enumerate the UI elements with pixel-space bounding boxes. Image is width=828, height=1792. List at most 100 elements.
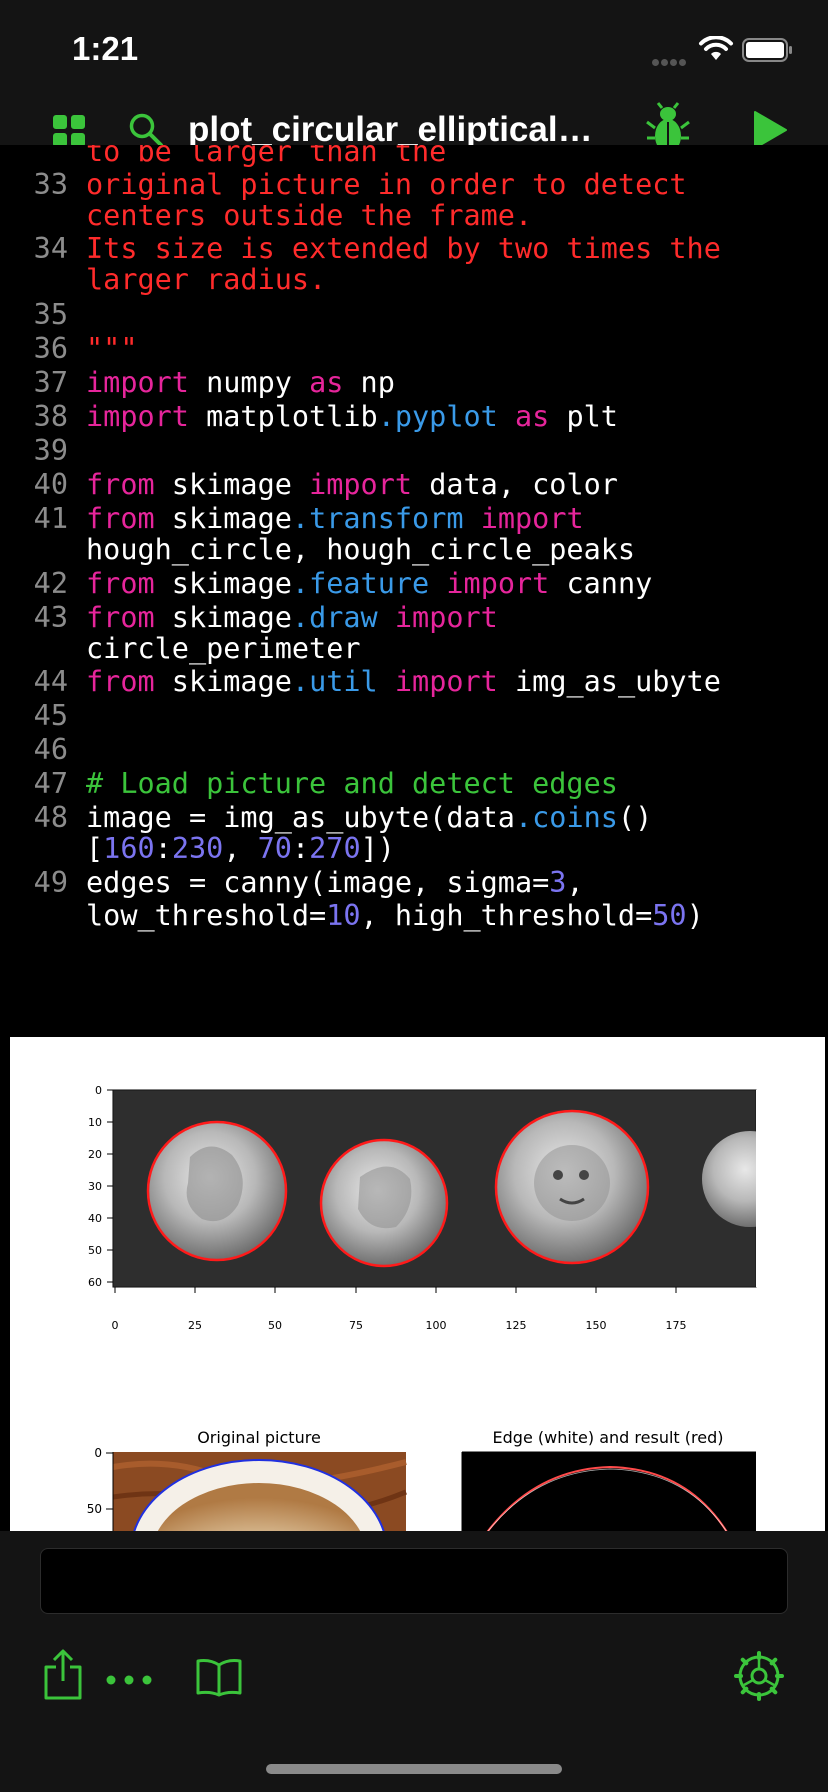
code-token: edges = canny(image, sigma=	[86, 866, 550, 899]
grid-icon[interactable]	[52, 114, 86, 148]
line-text: import matplotlib.pyplot as plt	[86, 400, 618, 434]
xtick-label: 50	[268, 1319, 282, 1332]
line-number: 40	[33, 468, 68, 501]
line-number: 43	[33, 601, 68, 634]
code-token: from	[86, 665, 155, 698]
code-token: as	[309, 366, 344, 399]
settings-icon[interactable]	[734, 1651, 784, 1701]
code-token: skimage	[154, 665, 292, 698]
original-picture-title: Original picture	[197, 1428, 321, 1447]
battery-icon	[742, 38, 792, 62]
code-line[interactable]: 33 original picture in order to detect	[0, 168, 828, 202]
code-token: 50	[652, 899, 687, 932]
code-token: .transform	[291, 502, 464, 535]
code-line[interactable]: larger radius.	[0, 263, 828, 297]
line-number: 39	[33, 434, 68, 467]
code-token: from	[86, 601, 155, 634]
code-line[interactable]: 45	[0, 699, 828, 733]
code-token: ,	[223, 832, 258, 865]
code-line[interactable]: 37 import numpy as np	[0, 366, 828, 400]
code-token: 3	[549, 866, 567, 899]
code-token: skimage	[154, 502, 292, 535]
play-icon[interactable]	[752, 110, 788, 150]
code-token: , high_threshold=	[360, 899, 653, 932]
home-indicator	[266, 1764, 562, 1774]
code-line[interactable]: centers outside the frame.	[0, 199, 828, 233]
code-token: ()	[617, 801, 653, 834]
code-line[interactable]: 35	[0, 298, 828, 332]
code-token: original picture in order to detect	[86, 168, 687, 201]
code-line[interactable]: 42 from skimage.feature import canny	[0, 567, 828, 601]
code-line[interactable]: 41 from skimage.transform import	[0, 502, 828, 536]
xtick-label: 75	[349, 1319, 363, 1332]
cup-axes: 0 50	[87, 1446, 102, 1516]
line-text: """	[86, 332, 137, 366]
line-text: centers outside the frame.	[86, 199, 532, 233]
code-line[interactable]: 34 Its size is extended by two times the	[0, 232, 828, 266]
code-editor[interactable]: to be larger than the 33 original picture …	[0, 145, 828, 1037]
code-line[interactable]: [160:230, 70:270])	[0, 832, 828, 866]
code-token: .feature	[291, 567, 430, 600]
plot-output: 0 10 20 30 40 50 60 0 25 50 75 100 125 1…	[10, 1037, 825, 1531]
coins-plot: 0 10 20 30 40 50 60 0 25 50 75 100 125 1…	[88, 1084, 825, 1332]
code-line[interactable]: 43 from skimage.draw import	[0, 601, 828, 635]
code-token: numpy	[188, 366, 310, 399]
ytick-label: 30	[88, 1180, 102, 1193]
console-input[interactable]	[40, 1548, 788, 1614]
line-number: 38	[33, 400, 68, 433]
code-token: import	[394, 601, 498, 634]
line-number: 41	[33, 502, 68, 535]
book-icon[interactable]	[196, 1657, 242, 1697]
code-token: )	[686, 899, 704, 932]
code-token: circle_perimeter	[86, 632, 361, 665]
code-line[interactable]: circle_perimeter	[0, 632, 828, 666]
code-token: .coins	[514, 801, 618, 834]
code-line[interactable]: hough_circle, hough_circle_peaks	[0, 533, 828, 567]
more-icon[interactable]	[106, 1675, 152, 1685]
code-token: from	[86, 567, 155, 600]
code-token: import	[309, 468, 413, 501]
line-text: from skimage.util import img_as_ubyte	[86, 665, 721, 699]
code-line[interactable]: low_threshold=10, high_threshold=50)	[0, 899, 828, 933]
plot-figure: 0 10 20 30 40 50 60 0 25 50 75 100 125 1…	[87, 1084, 825, 1531]
code-line[interactable]: 46	[0, 733, 828, 767]
line-text: edges = canny(image, sigma=3,	[86, 866, 584, 900]
share-icon[interactable]	[42, 1649, 84, 1701]
code-token: low_threshold=	[86, 899, 327, 932]
code-line[interactable]: 47 # Load picture and detect edges	[0, 767, 828, 801]
wifi-icon	[699, 36, 733, 60]
coin-1	[146, 1120, 288, 1262]
xtick-label: 175	[666, 1319, 687, 1332]
code-line[interactable]: 49 edges = canny(image, sigma=3,	[0, 866, 828, 900]
code-token: skimage	[154, 468, 310, 501]
code-line[interactable]: 36 """	[0, 332, 828, 366]
line-number: 44	[33, 665, 68, 698]
code-line[interactable]: 39	[0, 434, 828, 468]
line-text: Its size is extended by two times the	[86, 232, 721, 266]
code-line[interactable]: 40 from skimage import data, color	[0, 468, 828, 502]
line-number: 47	[33, 767, 68, 800]
code-token: plt	[549, 400, 618, 433]
code-line[interactable]: 44 from skimage.util import img_as_ubyte	[0, 665, 828, 699]
xtick-label: 125	[506, 1319, 527, 1332]
line-text: # Load picture and detect edges	[86, 767, 618, 801]
code-token: skimage	[154, 567, 292, 600]
code-token: ,	[566, 866, 584, 899]
ytick-label: 50	[88, 1244, 102, 1257]
coin-2	[319, 1138, 449, 1268]
code-line[interactable]: 48 image = img_as_ubyte(data.coins()	[0, 801, 828, 835]
search-icon[interactable]	[128, 112, 164, 148]
code-line[interactable]: 38 import matplotlib.pyplot as plt	[0, 400, 828, 434]
code-token: from	[86, 502, 155, 535]
app-screen: 1:21 plot_circular_elliptical_h... to be…	[0, 0, 828, 1792]
code-line[interactable]: to be larger than the	[0, 145, 828, 169]
code-token: import	[446, 567, 550, 600]
line-text: from skimage.draw import	[86, 601, 498, 635]
code-token: Its size is extended by two times the	[86, 232, 721, 265]
xtick-label: 100	[426, 1319, 447, 1332]
ytick-label: 20	[88, 1148, 102, 1161]
line-text: original picture in order to detect	[86, 168, 687, 202]
